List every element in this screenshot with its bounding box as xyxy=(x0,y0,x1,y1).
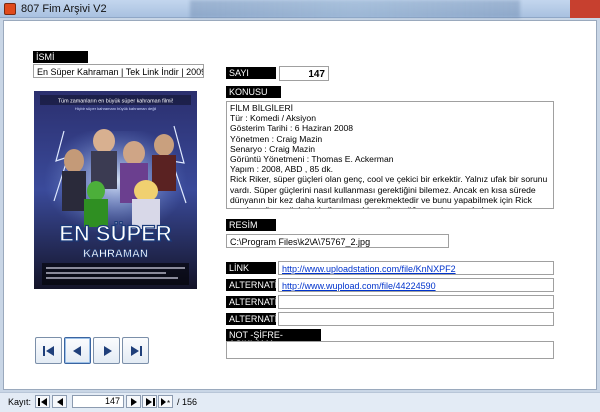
konusu-line: Görüntü Yönetmeni : Thomas E. Ackerman xyxy=(230,154,394,165)
record-total-value: 156 xyxy=(182,397,198,407)
konusu-line: Tür : Komedi / Aksiyon xyxy=(230,113,316,124)
last-record-icon xyxy=(146,398,155,406)
nav-previous-button[interactable] xyxy=(52,395,67,408)
konusu-line: Rick Riker, süper güçleri olan genç, coo… xyxy=(230,174,548,208)
title-bar: 807 Fim Arşivi V2 xyxy=(0,0,600,18)
konusu-line: Senaryo : Craig Mazin xyxy=(230,143,316,154)
current-record-input[interactable]: 147 xyxy=(72,395,124,408)
alternatif-1-label: ALTERNATİF xyxy=(226,279,283,291)
close-button[interactable] xyxy=(570,0,600,18)
link-url[interactable]: http://www.uploadstation.com/file/KnNXPF… xyxy=(282,264,456,274)
nav-next-button[interactable] xyxy=(126,395,141,408)
first-record-button[interactable] xyxy=(35,337,62,364)
link-label: LİNK xyxy=(226,262,276,274)
alternatif-2-field[interactable] xyxy=(278,295,554,309)
new-record-icon: * xyxy=(161,398,170,406)
konusu-line: Gösterim Tarihi : 6 Haziran 2008 xyxy=(230,123,354,134)
konusu-line: Yapım : 2008, ABD , 85 dk. xyxy=(230,164,334,175)
isim-field[interactable]: En Süper Kahraman | Tek Link İndir | 200… xyxy=(33,64,204,78)
resim-field[interactable]: C:\Program Files\k2\A\75767_2.jpg xyxy=(226,234,449,248)
next-record-icon xyxy=(104,346,112,356)
not-sifre-aciklama-field[interactable] xyxy=(226,341,554,359)
alternatif-3-label: ALTERNATİF xyxy=(226,313,283,325)
not-sifre-aciklama-label: NOT -ŞİFRE-AÇIKLAMA xyxy=(226,329,321,349)
record-separator: / xyxy=(177,397,180,407)
app-icon xyxy=(4,3,16,15)
konusu-line: Yönetmen : Craig Mazin xyxy=(230,133,323,144)
alternatif-1-field[interactable]: http://www.wupload.com/file/44224590 xyxy=(278,278,554,292)
first-record-icon xyxy=(38,398,47,406)
previous-record-icon xyxy=(73,346,81,356)
first-record-icon xyxy=(43,346,54,356)
kayit-label: Kayıt: xyxy=(8,397,32,407)
last-record-icon xyxy=(131,346,142,356)
nav-new-record-button[interactable]: * xyxy=(158,395,173,408)
record-navigator: Kayıt: 147 * / 156 xyxy=(0,392,600,412)
next-record-icon xyxy=(131,398,137,406)
next-record-button[interactable] xyxy=(93,337,120,364)
nav-first-button[interactable] xyxy=(35,395,50,408)
movie-poster: Tüm zamanların en büyük süper kahraman f… xyxy=(34,91,197,289)
konusu-label: KONUSU xyxy=(226,86,281,98)
blurred-taskbar-region xyxy=(190,0,520,18)
window-title: 807 Fim Arşivi V2 xyxy=(21,3,107,15)
poster-subtagline: Hiçbir süper kahramanı büyük kahraman de… xyxy=(75,106,157,111)
konusu-textarea[interactable]: FİLM BİLGİLERİ Tür : Komedi / Aksiyon Gö… xyxy=(226,101,554,209)
isim-label: İSMİ xyxy=(33,51,88,63)
previous-record-button[interactable] xyxy=(64,337,91,364)
poster-tagline: Tüm zamanların en büyük süper kahraman f… xyxy=(58,99,174,105)
poster-title-line1: EN SÜPER xyxy=(59,221,172,246)
record-total: / 156 xyxy=(177,397,197,407)
svg-text:*: * xyxy=(167,399,170,406)
nav-last-button[interactable] xyxy=(142,395,157,408)
link-field[interactable]: http://www.uploadstation.com/file/KnNXPF… xyxy=(278,261,554,275)
poster-title-line2: KAHRAMAN xyxy=(83,248,148,260)
resim-label: RESİM xyxy=(226,219,276,231)
alternatif-3-field[interactable] xyxy=(278,312,554,326)
film-form: İSMİ En Süper Kahraman | Tek Link İndir … xyxy=(3,20,597,390)
konusu-line: FİLM BİLGİLERİ xyxy=(230,103,294,113)
sayi-label: SAYI xyxy=(226,67,276,79)
last-record-button[interactable] xyxy=(122,337,149,364)
alternatif-2-label: ALTERNATİF xyxy=(226,296,283,308)
alternatif-1-url[interactable]: http://www.wupload.com/file/44224590 xyxy=(282,281,436,291)
previous-record-icon xyxy=(57,398,63,406)
sayi-field[interactable]: 147 xyxy=(279,66,329,81)
